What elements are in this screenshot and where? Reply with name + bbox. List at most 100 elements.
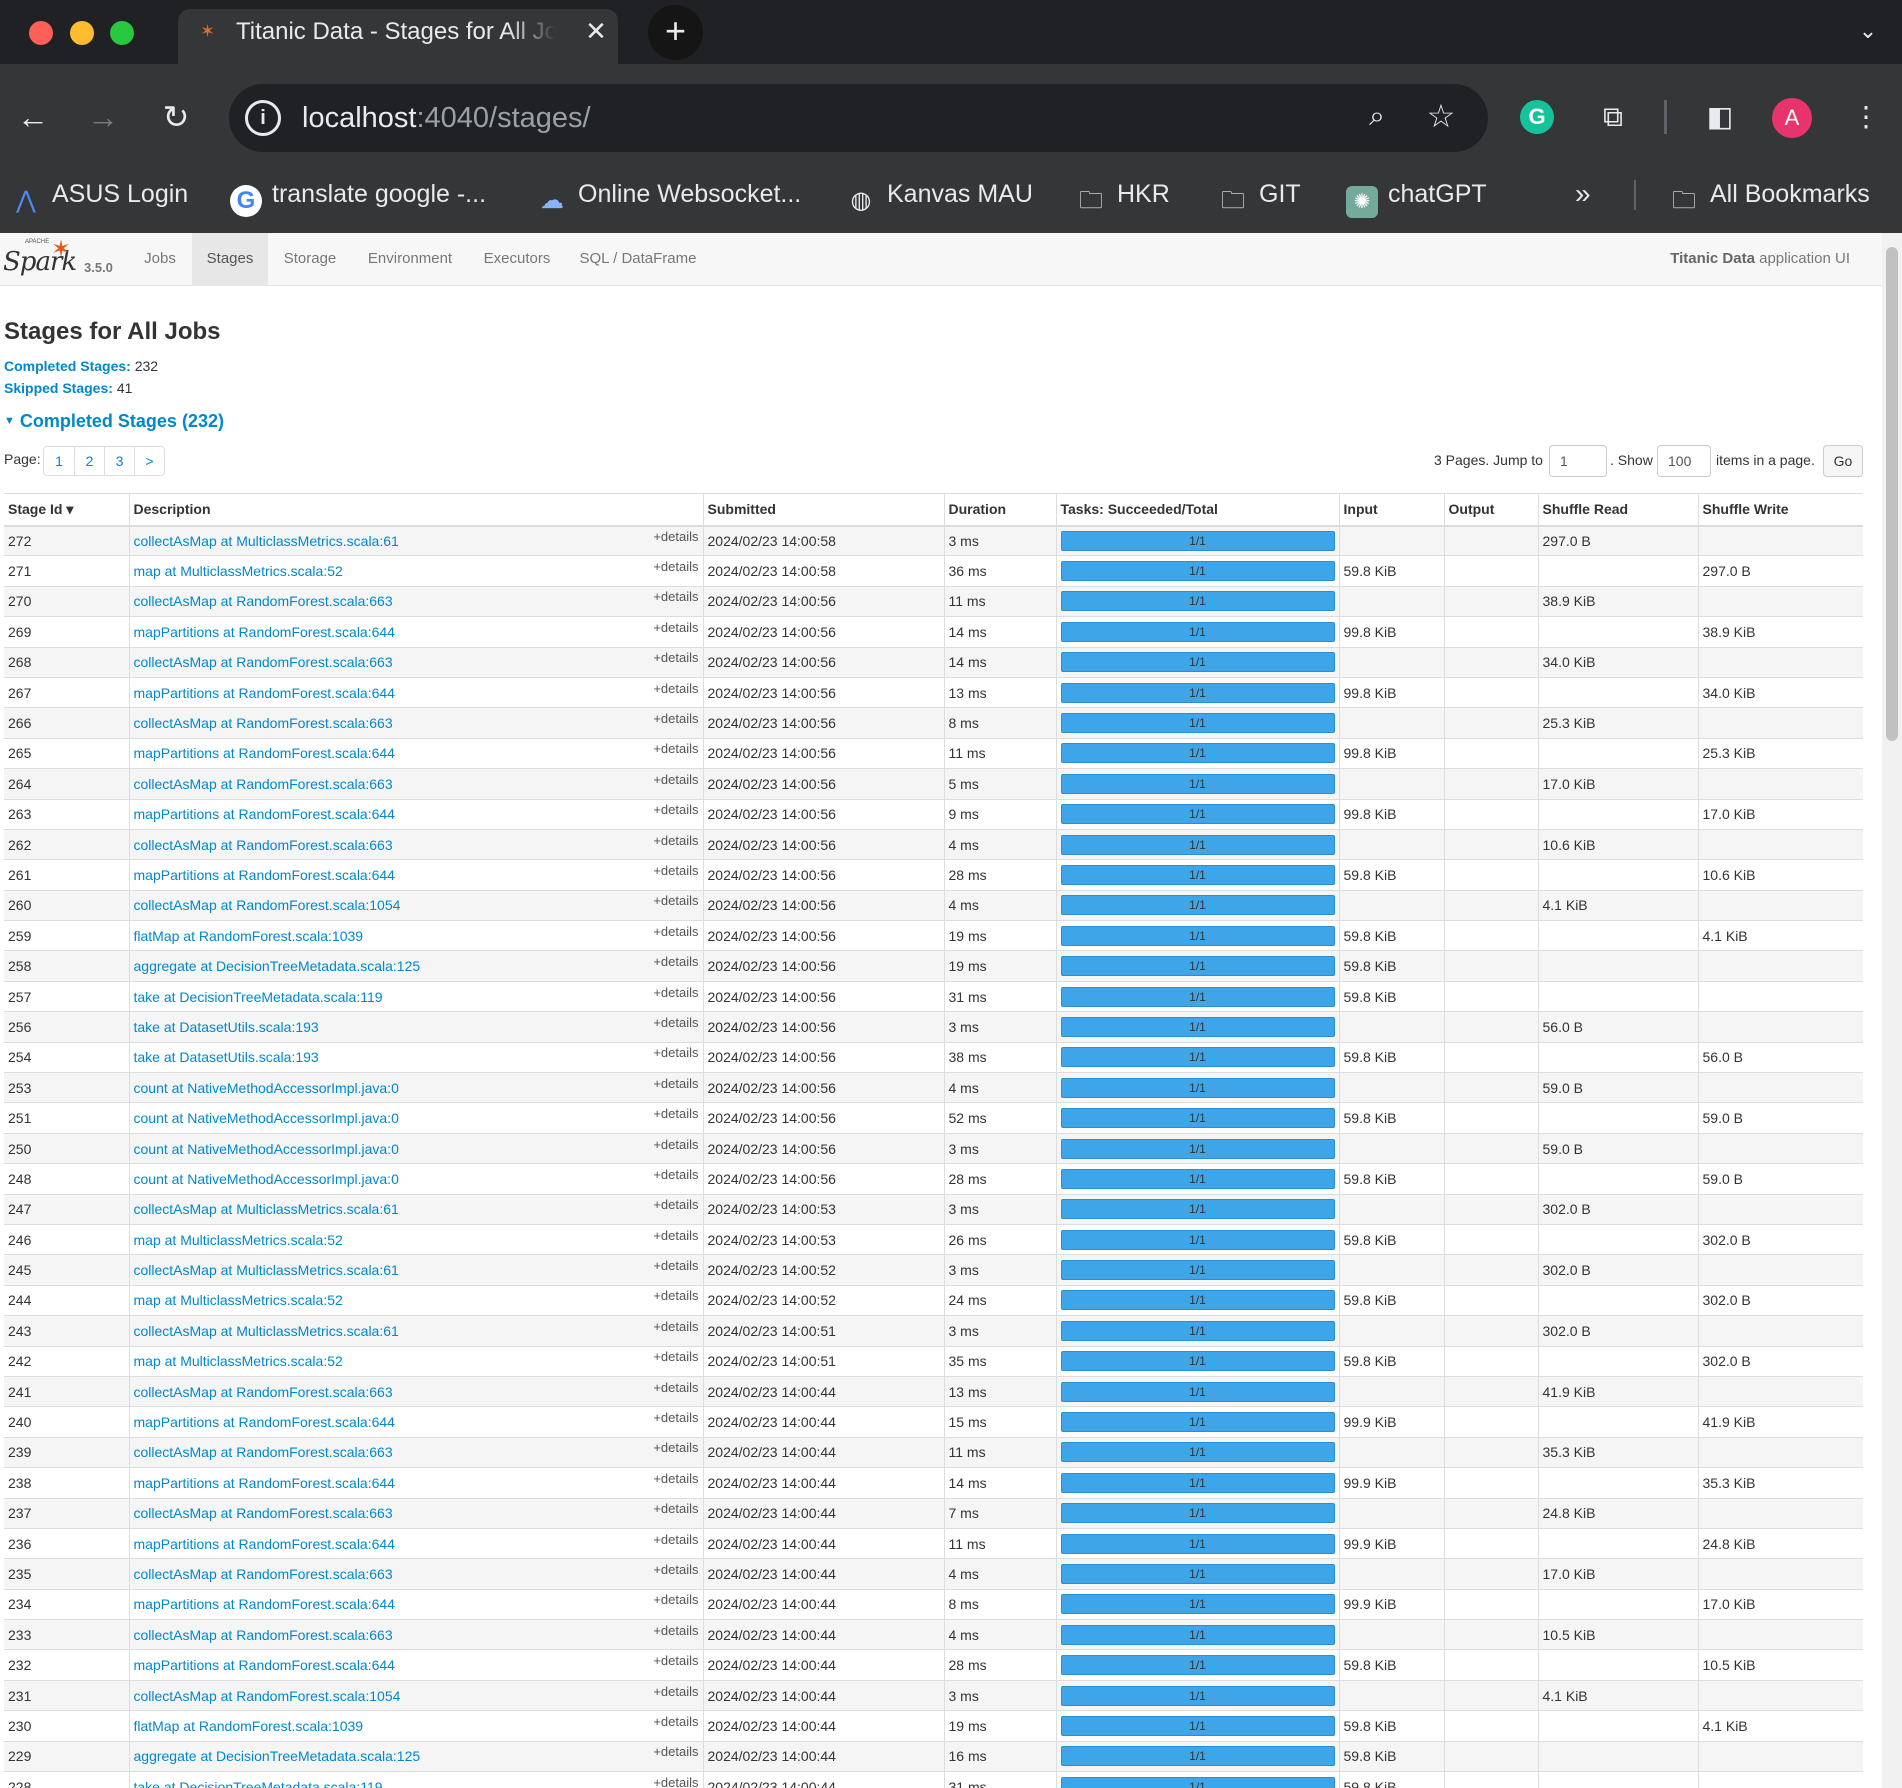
details-toggle[interactable]: +details [653,1137,698,1152]
extensions-puzzle-icon[interactable]: ⧉ [1593,97,1633,137]
stage-description-link[interactable]: count at NativeMethodAccessorImpl.java:0 [134,1171,399,1187]
nav-sql-dataframe[interactable]: SQL / DataFrame [568,233,708,285]
bookmark-asus-login[interactable]: ⋀ ASUS Login [10,176,188,214]
bookmark-translate-google[interactable]: Gtranslate google -... [230,176,486,217]
details-toggle[interactable]: +details [653,1106,698,1121]
details-toggle[interactable]: +details [653,559,698,574]
details-toggle[interactable]: +details [653,1349,698,1364]
close-window-button[interactable] [29,21,53,45]
minimize-window-button[interactable] [70,21,94,45]
details-toggle[interactable]: +details [653,924,698,939]
stage-description-link[interactable]: mapPartitions at RandomForest.scala:644 [134,1475,395,1491]
stage-description-link[interactable]: mapPartitions at RandomForest.scala:644 [134,1596,395,1612]
details-toggle[interactable]: +details [653,1592,698,1607]
stage-description-link[interactable]: mapPartitions at RandomForest.scala:644 [134,685,395,701]
details-toggle[interactable]: +details [653,1045,698,1060]
details-toggle[interactable]: +details [653,1623,698,1638]
bookmark-star-icon[interactable]: ☆ [1421,96,1461,136]
browser-menu-icon[interactable]: ⋮ [1846,97,1886,137]
back-arrow-icon[interactable]: ← [13,97,53,137]
details-toggle[interactable]: +details [653,711,698,726]
stage-description-link[interactable]: flatMap at RandomForest.scala:1039 [134,928,364,944]
details-toggle[interactable]: +details [653,681,698,696]
stage-description-link[interactable]: collectAsMap at MulticlassMetrics.scala:… [134,1262,399,1278]
nav-executors[interactable]: Executors [470,233,564,285]
details-toggle[interactable]: +details [653,1380,698,1395]
details-toggle[interactable]: +details [653,893,698,908]
skipped-stages-link[interactable]: Skipped Stages: [4,380,113,396]
url-text[interactable]: localhost:4040/stages/ [302,99,591,137]
stage-description-link[interactable]: collectAsMap at MulticlassMetrics.scala:… [134,1323,399,1339]
completed-stages-toggle[interactable]: ▼ Completed Stages (232) [4,411,224,432]
nav-jobs[interactable]: Jobs [130,233,190,285]
stage-description-link[interactable]: collectAsMap at MulticlassMetrics.scala:… [134,533,399,549]
bookmark-online-websocket[interactable]: ☁ Online Websocket... [536,176,801,214]
reload-icon[interactable]: ↻ [156,97,196,137]
jump-page-input[interactable]: 1 [1549,445,1607,477]
page-link-3[interactable]: 3 [104,447,134,475]
stage-description-link[interactable]: collectAsMap at RandomForest.scala:663 [134,1505,393,1521]
page-size-input[interactable]: 100 [1657,445,1711,477]
grammarly-extension-icon[interactable]: G [1520,100,1554,134]
stage-description-link[interactable]: map at MulticlassMetrics.scala:52 [134,1292,343,1308]
stage-description-link[interactable]: mapPartitions at RandomForest.scala:644 [134,745,395,761]
page-next-link[interactable]: > [134,447,164,475]
stage-description-link[interactable]: collectAsMap at RandomForest.scala:1054 [134,897,401,913]
stage-description-link[interactable]: mapPartitions at RandomForest.scala:644 [134,1657,395,1673]
stage-description-link[interactable]: mapPartitions at RandomForest.scala:644 [134,624,395,640]
stage-description-link[interactable]: count at NativeMethodAccessorImpl.java:0 [134,1080,399,1096]
stage-description-link[interactable]: collectAsMap at RandomForest.scala:663 [134,776,393,792]
col-shuffle-read[interactable]: Shuffle Read [1537,493,1698,527]
forward-arrow-icon[interactable]: → [83,97,123,137]
details-toggle[interactable]: +details [653,772,698,787]
details-toggle[interactable]: +details [653,1532,698,1547]
stage-description-link[interactable]: collectAsMap at RandomForest.scala:663 [134,1384,393,1400]
col-stage-id[interactable]: Stage Id ▾ [4,493,129,527]
stage-description-link[interactable]: mapPartitions at RandomForest.scala:644 [134,867,395,883]
tab-search-chevron-icon[interactable]: ⌄ [1853,16,1883,46]
profile-avatar[interactable]: A [1772,98,1812,138]
details-toggle[interactable]: +details [653,1076,698,1091]
details-toggle[interactable]: +details [653,1562,698,1577]
spark-logo[interactable]: APACHE Spark ✶ [3,236,83,279]
bookmark-kanvas-mau[interactable]: ◍ Kanvas MAU [845,176,1033,214]
details-toggle[interactable]: +details [653,1775,698,1788]
details-toggle[interactable]: +details [653,985,698,1000]
stage-description-link[interactable]: collectAsMap at MulticlassMetrics.scala:… [134,1201,399,1217]
stage-description-link[interactable]: mapPartitions at RandomForest.scala:644 [134,1414,395,1430]
details-toggle[interactable]: +details [653,741,698,756]
stage-description-link[interactable]: count at NativeMethodAccessorImpl.java:0 [134,1141,399,1157]
details-toggle[interactable]: +details [653,1015,698,1030]
go-button[interactable]: Go [1823,445,1863,477]
details-toggle[interactable]: +details [653,1288,698,1303]
details-toggle[interactable]: +details [653,1167,698,1182]
details-toggle[interactable]: +details [653,1744,698,1759]
col-submitted[interactable]: Submitted [702,493,944,527]
details-toggle[interactable]: +details [653,620,698,635]
close-tab-icon[interactable]: ✕ [582,17,610,45]
stage-description-link[interactable]: collectAsMap at RandomForest.scala:663 [134,837,393,853]
stage-description-link[interactable]: mapPartitions at RandomForest.scala:644 [134,806,395,822]
stage-description-link[interactable]: collectAsMap at RandomForest.scala:663 [134,1444,393,1460]
details-toggle[interactable]: +details [653,650,698,665]
stage-description-link[interactable]: map at MulticlassMetrics.scala:52 [134,1353,343,1369]
stage-description-link[interactable]: map at MulticlassMetrics.scala:52 [134,563,343,579]
details-toggle[interactable]: +details [653,1410,698,1425]
site-info-icon[interactable]: i [245,100,281,136]
maximize-window-button[interactable] [110,21,134,45]
stage-description-link[interactable]: aggregate at DecisionTreeMetadata.scala:… [134,1748,421,1764]
bookmark-hkr[interactable]: 🗀 HKR [1075,176,1170,214]
col-duration[interactable]: Duration [943,493,1056,527]
more-bookmarks-chevron-icon[interactable]: » [1575,176,1591,212]
col-input[interactable]: Input [1338,493,1444,527]
details-toggle[interactable]: +details [653,1501,698,1516]
stage-description-link[interactable]: aggregate at DecisionTreeMetadata.scala:… [134,958,421,974]
all-bookmarks-folder[interactable]: 🗀 All Bookmarks [1668,176,1870,214]
details-toggle[interactable]: +details [653,1653,698,1668]
nav-storage[interactable]: Storage [270,233,350,285]
col-tasks[interactable]: Tasks: Succeeded/Total [1055,493,1339,527]
col-output[interactable]: Output [1443,493,1538,527]
details-toggle[interactable]: +details [653,1319,698,1334]
stage-description-link[interactable]: collectAsMap at RandomForest.scala:663 [134,715,393,731]
completed-stages-link[interactable]: Completed Stages: [4,358,131,374]
